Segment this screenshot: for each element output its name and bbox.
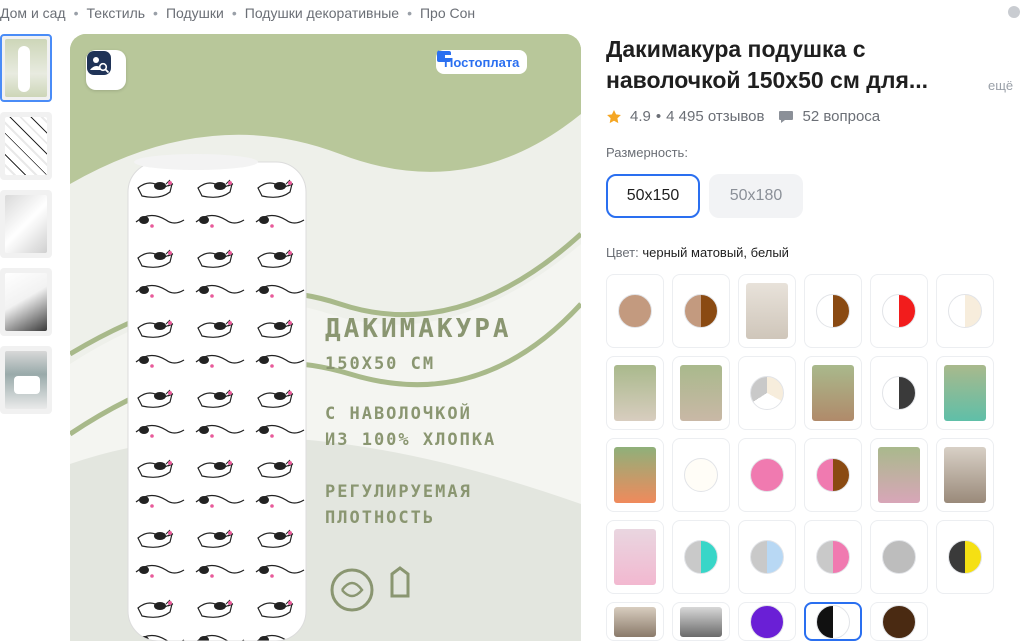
breadcrumb-separator: • xyxy=(231,5,237,21)
thumbnail-2[interactable] xyxy=(0,112,52,180)
breadcrumb-item-textile[interactable]: Текстиль xyxy=(87,5,146,21)
promo-line-3: РЕГУЛИРУЕМАЯ xyxy=(325,482,472,502)
circle-icon[interactable] xyxy=(1008,6,1020,18)
breadcrumb-item-home-garden[interactable]: Дом и сад xyxy=(0,5,66,21)
star-icon xyxy=(607,109,621,123)
color-swatch[interactable] xyxy=(936,438,994,512)
color-swatch[interactable] xyxy=(738,438,796,512)
breadcrumb: Дом и сад • Текстиль • Подушки • Подушки… xyxy=(0,4,475,22)
image-search-icon xyxy=(87,51,111,75)
reviews-link[interactable]: 4 495 отзывов xyxy=(666,108,764,125)
promo-line-4: ПЛОТНОСТЬ xyxy=(325,508,436,528)
color-swatch[interactable] xyxy=(606,602,664,641)
breadcrumb-item-pillows[interactable]: Подушки xyxy=(166,5,224,21)
color-swatch[interactable] xyxy=(936,520,994,594)
more-link[interactable]: ещё xyxy=(988,78,1013,93)
color-swatch[interactable] xyxy=(672,602,730,641)
chevron-right-icon xyxy=(437,50,444,61)
thumbnail-3[interactable] xyxy=(0,190,52,258)
color-swatch[interactable] xyxy=(606,274,664,348)
rating-row: 4.9 • 4 495 отзывов 52 вопроса xyxy=(606,108,880,125)
color-swatch[interactable] xyxy=(804,438,862,512)
thumbnail-1[interactable] xyxy=(0,34,52,102)
color-swatch[interactable] xyxy=(606,520,664,594)
postpay-label: Постоплата xyxy=(444,54,520,70)
color-swatch[interactable] xyxy=(738,602,796,641)
color-label-key: Цвет: xyxy=(606,245,639,260)
question-bubble-icon xyxy=(779,110,794,123)
color-swatch[interactable] xyxy=(870,356,928,430)
color-swatch[interactable] xyxy=(936,356,994,430)
rating-value: 4.9 xyxy=(630,108,651,125)
color-swatch[interactable] xyxy=(672,438,730,512)
breadcrumb-item-decorative-pillows[interactable]: Подушки декоративные xyxy=(245,5,399,21)
color-swatch[interactable] xyxy=(870,602,928,641)
color-swatch[interactable] xyxy=(738,274,796,348)
color-swatch[interactable] xyxy=(804,274,862,348)
promo-line-2: ИЗ 100% ХЛОПКА xyxy=(325,430,497,450)
color-swatch-selected[interactable] xyxy=(804,602,862,641)
image-search-button[interactable] xyxy=(86,50,126,90)
product-title: Дакимакура подушка с наволочкой 150х50 с… xyxy=(606,36,929,93)
product-main-image[interactable]: Постоплата ДАКИМАКУРА 150Х50 СМ С НАВОЛО… xyxy=(70,34,581,641)
color-swatch[interactable] xyxy=(804,520,862,594)
color-swatch[interactable] xyxy=(672,356,730,430)
color-label-value: черный матовый, белый xyxy=(642,245,789,260)
color-swatch[interactable] xyxy=(606,356,664,430)
thumbnail-5[interactable] xyxy=(0,346,52,414)
rating-separator: • xyxy=(655,108,662,125)
color-swatch[interactable] xyxy=(738,520,796,594)
color-swatch[interactable] xyxy=(870,520,928,594)
breadcrumb-separator: • xyxy=(153,5,158,21)
color-label: Цвет: черный матовый, белый xyxy=(606,245,789,260)
color-swatch[interactable] xyxy=(672,274,730,348)
breadcrumb-separator: • xyxy=(407,5,412,21)
postpay-badge[interactable]: Постоплата xyxy=(436,50,528,74)
breadcrumb-item-pro-son[interactable]: Про Сон xyxy=(420,5,475,21)
promo-size: 150Х50 СМ xyxy=(325,354,436,374)
color-swatch[interactable] xyxy=(870,274,928,348)
size-option-50x180[interactable]: 50x180 xyxy=(709,174,803,218)
thumbnail-list xyxy=(0,34,56,424)
color-swatch[interactable] xyxy=(738,356,796,430)
color-swatch[interactable] xyxy=(672,520,730,594)
thumbnail-4[interactable] xyxy=(0,268,52,336)
color-swatch[interactable] xyxy=(936,274,994,348)
promo-line-1: С НАВОЛОЧКОЙ xyxy=(325,404,472,424)
promo-title: ДАКИМАКУРА xyxy=(325,314,512,344)
size-option-50x150[interactable]: 50x150 xyxy=(606,174,700,218)
color-swatch[interactable] xyxy=(870,438,928,512)
color-swatch[interactable] xyxy=(606,438,664,512)
breadcrumb-separator: • xyxy=(73,5,79,21)
color-swatch[interactable] xyxy=(804,356,862,430)
questions-link[interactable]: 52 вопроса xyxy=(802,108,880,125)
size-label: Размерность: xyxy=(606,145,688,160)
